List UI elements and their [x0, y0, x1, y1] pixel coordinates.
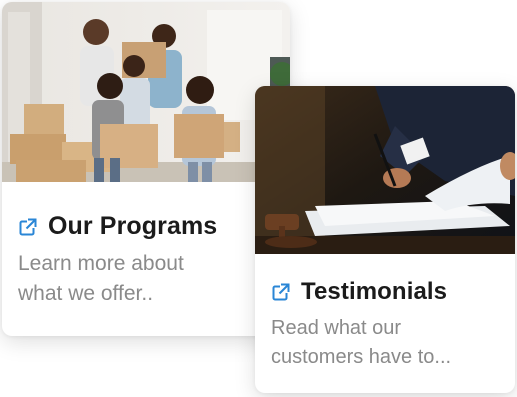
testimonials-description-line-2: customers have to... — [271, 346, 452, 368]
cards-stage: Our Programs Learn more about what we of… — [0, 0, 517, 397]
signing-documents-photo — [255, 86, 515, 254]
family-moving-photo — [2, 2, 290, 182]
programs-card-description: Learn more about what we offer.. — [18, 249, 258, 310]
testimonials-description-line-1: Read what our — [271, 317, 402, 339]
programs-card[interactable]: Our Programs Learn more about what we of… — [2, 2, 290, 336]
programs-card-image — [2, 2, 290, 182]
programs-description-line-2: what we offer.. — [18, 282, 154, 306]
testimonials-card-title[interactable]: Testimonials — [301, 278, 447, 306]
testimonials-card-description: Read what our customers have to... — [271, 314, 503, 372]
external-link-icon[interactable] — [271, 282, 291, 302]
programs-title-row[interactable]: Our Programs — [18, 212, 274, 241]
programs-card-body: Our Programs Learn more about what we of… — [2, 212, 290, 310]
testimonials-card-body: Testimonials Read what our customers hav… — [255, 278, 515, 372]
testimonials-card-image — [255, 86, 515, 254]
programs-card-title[interactable]: Our Programs — [48, 212, 217, 241]
testimonials-card[interactable]: Testimonials Read what our customers hav… — [255, 86, 515, 393]
testimonials-title-row[interactable]: Testimonials — [271, 278, 499, 306]
external-link-icon[interactable] — [18, 217, 38, 237]
programs-description-line-1: Learn more about — [18, 252, 184, 275]
